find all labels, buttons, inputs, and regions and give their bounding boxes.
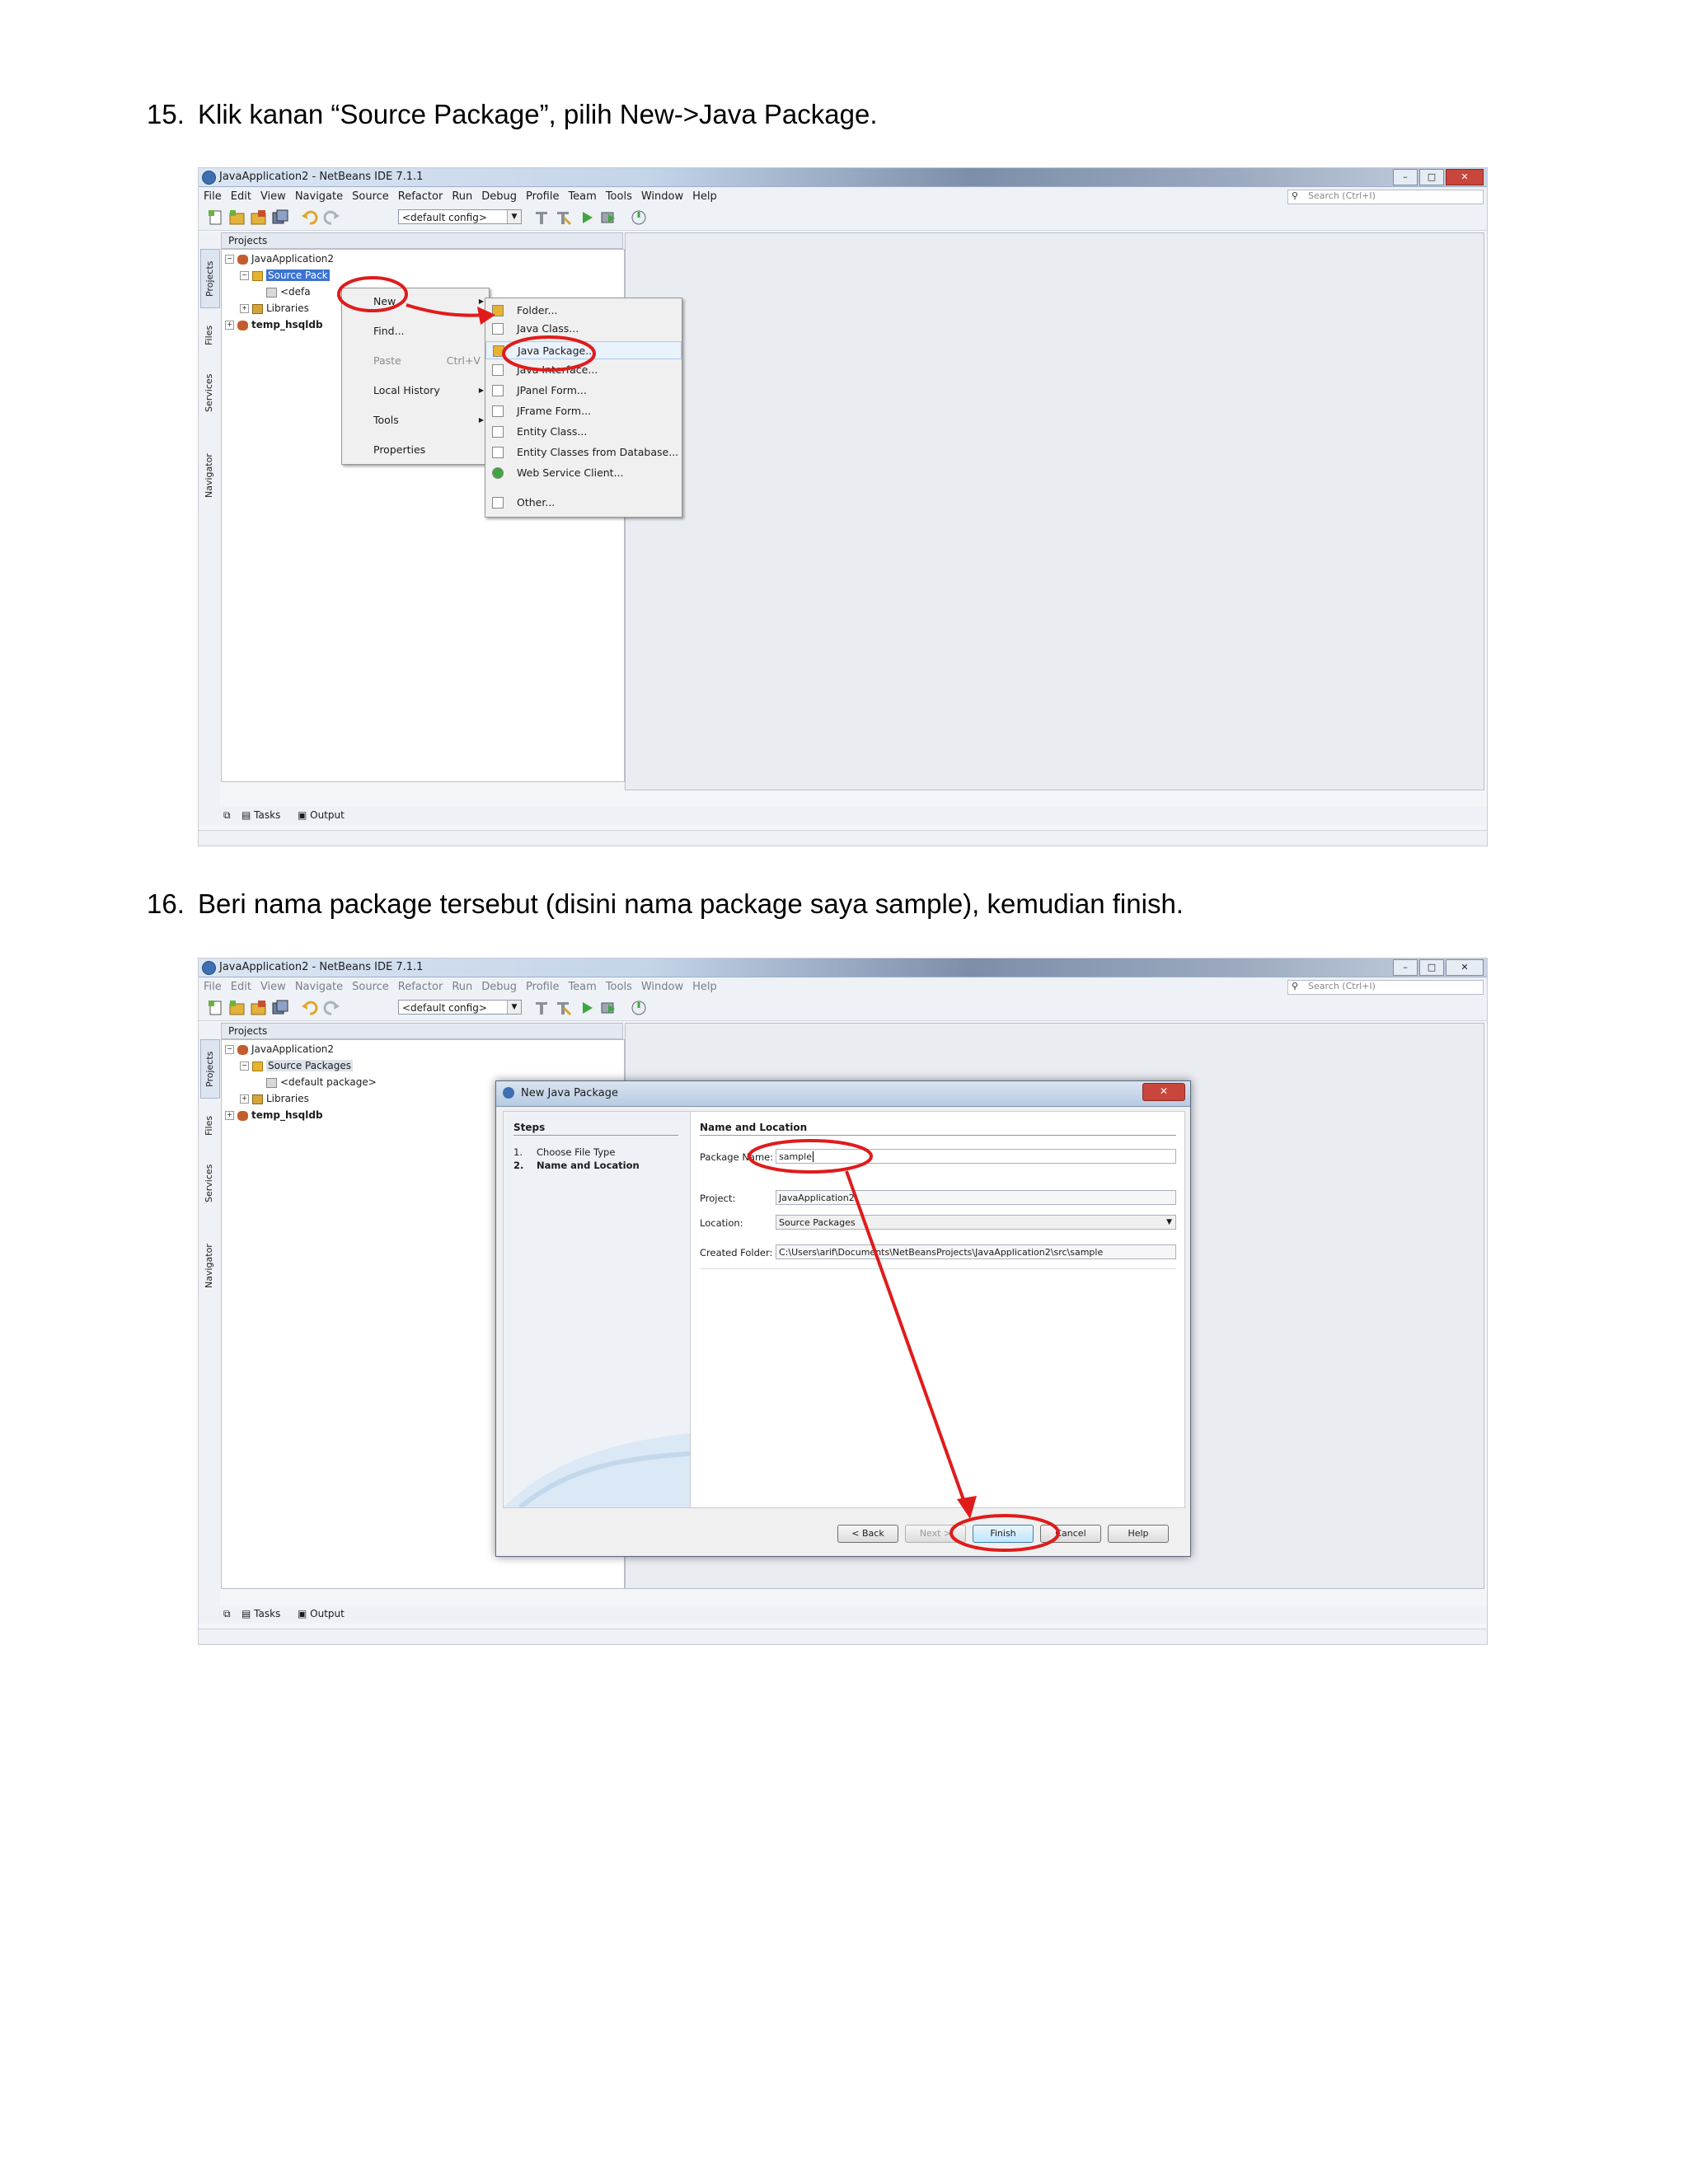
screenshot-2: JavaApplication2 - NetBeans IDE 7.1.1 – …	[198, 958, 1488, 1645]
step-text: Klik kanan “Source Package”, pilih New->…	[198, 99, 878, 129]
annotation-arrowhead	[477, 307, 495, 325]
screenshot-1: JavaApplication2 - NetBeans IDE 7.1.1 – …	[198, 167, 1488, 846]
annotation-overlay	[337, 276, 596, 372]
annotation-arrowhead	[957, 1496, 977, 1519]
annotation-circle-new	[337, 276, 408, 312]
annotation-arrow	[406, 303, 490, 317]
step-text: Beri nama package tersebut (disini nama …	[198, 888, 1184, 919]
annotation-circle-java-package	[502, 335, 596, 372]
annotation-circle-package-name	[748, 1139, 873, 1174]
annotation-arrow	[845, 1170, 968, 1510]
step-15: 15. Klik kanan “Source Package”, pilih Ne…	[147, 99, 878, 130]
step-16: 16. Beri nama package tersebut (disini na…	[147, 888, 1184, 920]
step-number: 16.	[147, 888, 185, 919]
annotation-circle-finish	[950, 1514, 1060, 1552]
annotation-overlay	[748, 1139, 1060, 1552]
step-number: 15.	[147, 99, 185, 129]
